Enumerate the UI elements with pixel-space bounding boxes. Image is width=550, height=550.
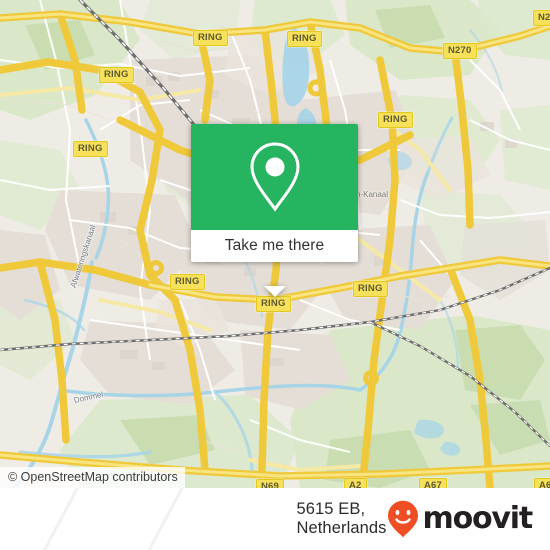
take-me-there-callout[interactable]: Take me there [191, 124, 358, 297]
road-shield: RING [99, 67, 134, 83]
road-shield: A67 [419, 478, 448, 488]
location-title: 5615 EB, Netherlands [296, 500, 387, 537]
callout-icon-area [191, 124, 358, 230]
moovit-map-screen: RING RING RING N270 N2 RING RING RING RI… [0, 0, 550, 550]
road-shield: A2 [344, 478, 367, 488]
take-me-there-label: Take me there [224, 237, 325, 254]
callout-pointer [263, 286, 286, 297]
map-view[interactable]: RING RING RING N270 N2 RING RING RING RI… [0, 0, 550, 488]
road-shield: RING [378, 112, 413, 128]
callout-action-area[interactable]: Take me there [191, 230, 358, 262]
moovit-wordmark: moovit [422, 501, 534, 536]
osm-attribution[interactable]: © OpenStreetMap contributors [0, 467, 185, 488]
map-pin-icon [249, 142, 300, 212]
footer-bar: 5615 EB, Netherlands moovit [0, 488, 550, 550]
road-shield: RING [256, 296, 291, 312]
road-shield: N69 [256, 479, 285, 488]
road-shield: N2 [533, 10, 550, 26]
moovit-logo[interactable]: moovit [387, 500, 534, 538]
footer-watermark [20, 488, 297, 550]
road-shield: RING [73, 141, 108, 157]
road-shield: RING [170, 274, 205, 290]
road-shield: N270 [443, 43, 477, 59]
road-shield: A67 [534, 478, 550, 488]
road-shield: RING [287, 31, 322, 47]
road-shield: RING [193, 30, 228, 46]
road-shield: RING [353, 281, 388, 297]
moovit-smiley-pin-icon [387, 500, 418, 538]
